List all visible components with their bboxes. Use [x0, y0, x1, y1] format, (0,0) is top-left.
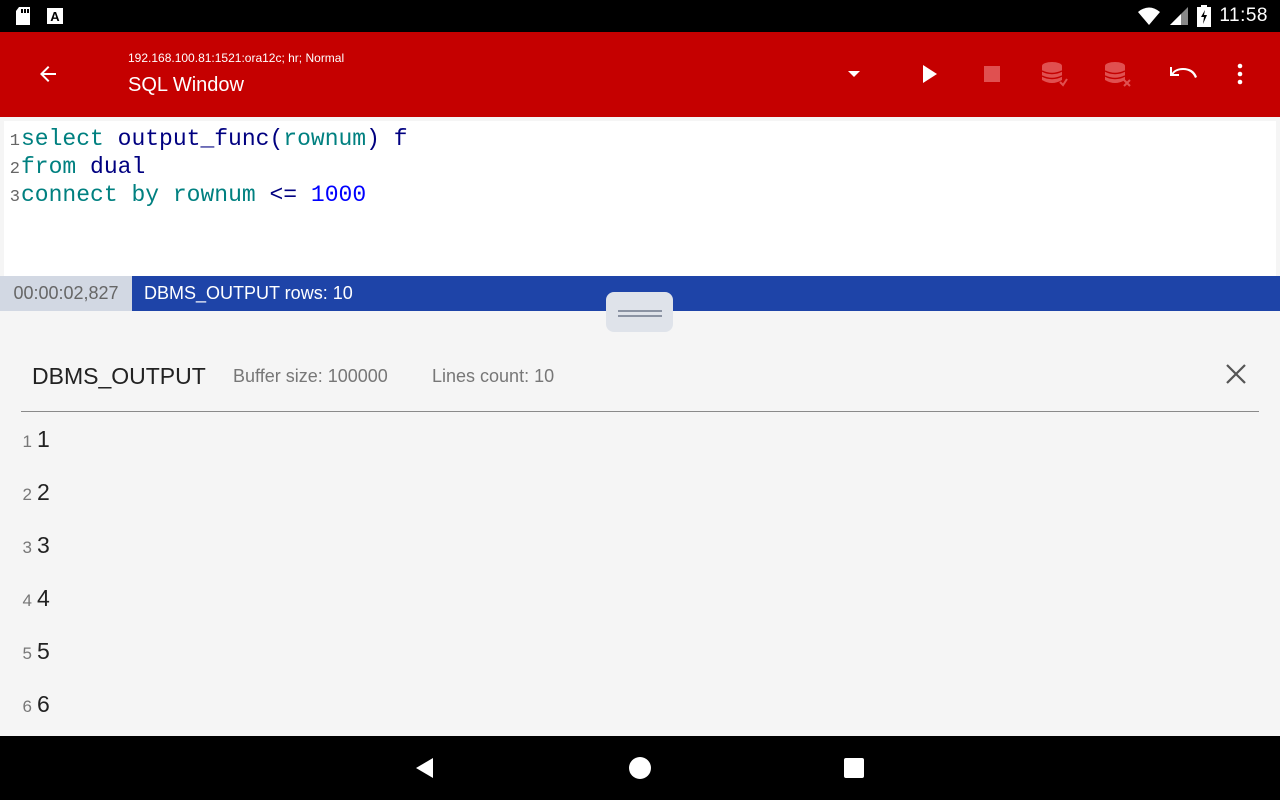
commit-button[interactable]: [1034, 52, 1074, 96]
code-token: rownum: [172, 182, 256, 208]
run-icon: [923, 65, 937, 83]
nav-home-button[interactable]: [626, 754, 654, 782]
app-bar: 192.168.100.81:1521:ora12c; hr; Normal S…: [0, 32, 1280, 117]
svg-text:A: A: [50, 9, 60, 24]
dropdown-icon: [848, 71, 860, 77]
page-title: SQL Window: [128, 74, 244, 96]
output-row: 1 1: [21, 426, 50, 456]
close-icon: [1226, 364, 1246, 384]
nav-back-button[interactable]: [410, 754, 438, 782]
nav-recents-icon: [844, 758, 864, 778]
lines-count: Lines count: 10: [432, 366, 555, 386]
run-button[interactable]: [910, 52, 950, 96]
a-box-icon: A: [47, 8, 63, 24]
more-options-button[interactable]: [1220, 52, 1260, 96]
close-output-button[interactable]: [1223, 361, 1249, 387]
clock: 11:58: [1219, 5, 1268, 26]
wifi-icon: [1138, 7, 1161, 25]
code-token: rownum: [283, 126, 367, 152]
code-token: connect: [21, 182, 118, 208]
status-bar: A 11:58: [0, 0, 1280, 32]
code-text: from dual: [21, 154, 145, 180]
battery-icon: [1197, 5, 1212, 27]
line-number: 3: [9, 188, 20, 207]
sql-editor[interactable]: 1 select output_func(rownum) f 2 from du…: [4, 121, 1276, 276]
stop-icon: [984, 66, 1000, 82]
output-value: 6: [37, 691, 50, 717]
undo-icon: [1170, 67, 1197, 78]
code-line: 3 connect by rownum <= 1000: [4, 182, 366, 210]
rollback-button[interactable]: [1097, 52, 1137, 96]
line-number: 1: [9, 132, 20, 151]
nav-recents-button[interactable]: [840, 754, 868, 782]
output-line-number: 4: [22, 591, 32, 610]
code-token: 1000: [310, 182, 367, 208]
output-value: 3: [37, 532, 50, 558]
code-text: select output_func(rownum) f: [21, 126, 408, 152]
nav-home-icon: [629, 757, 651, 779]
more-vert-icon: [1237, 63, 1243, 85]
output-row: 5 5: [21, 638, 50, 668]
output-row: 6 6: [21, 691, 50, 721]
output-value: 2: [37, 479, 50, 505]
output-line-number: 6: [22, 697, 32, 716]
output-title: DBMS_OUTPUT: [32, 363, 206, 389]
undo-button[interactable]: [1164, 52, 1204, 96]
nav-back-icon: [416, 758, 433, 778]
code-line: 1 select output_func(rownum) f: [4, 126, 408, 154]
buffer-size: Buffer size: 100000: [233, 366, 388, 386]
commit-icon: [1041, 62, 1068, 87]
output-header: DBMS_OUTPUT Buffer size: 100000 Lines co…: [21, 355, 1259, 412]
code-token: select: [21, 126, 104, 152]
navigation-bar: [0, 736, 1280, 800]
code-token: dual: [90, 154, 146, 180]
rollback-icon: [1104, 62, 1131, 87]
code-token: from: [21, 154, 77, 180]
connection-subtitle: 192.168.100.81:1521:ora12c; hr; Normal: [128, 51, 345, 65]
output-value: 4: [37, 585, 50, 611]
output-line-number: 3: [22, 538, 32, 557]
signal-icon: [1170, 7, 1189, 25]
output-row: 4 4: [21, 585, 50, 615]
output-line-number: 1: [22, 432, 32, 451]
output-value: 1: [37, 426, 50, 452]
rows-label[interactable]: DBMS_OUTPUT rows: 10: [132, 276, 1280, 311]
output-line-number: 2: [22, 485, 32, 504]
dropdown-button[interactable]: [834, 52, 874, 96]
stop-button[interactable]: [972, 52, 1012, 96]
output-value: 5: [37, 638, 50, 664]
code-line: 2 from dual: [4, 154, 145, 182]
code-token: by: [131, 182, 160, 208]
output-row: 3 3: [21, 532, 50, 562]
code-token: output_func(: [117, 126, 284, 152]
code-token: ) f: [366, 126, 408, 152]
line-number: 2: [9, 160, 20, 179]
sd-card-icon: [16, 7, 30, 25]
elapsed-time: 00:00:02,827: [0, 276, 132, 311]
output-line-number: 5: [22, 644, 32, 663]
drag-handle[interactable]: [606, 292, 673, 332]
arrow-back-icon: [40, 66, 56, 82]
code-text: connect by rownum <= 1000: [21, 182, 366, 208]
output-row: 2 2: [21, 479, 50, 509]
code-token: <=: [255, 182, 311, 208]
back-button[interactable]: [28, 54, 68, 94]
